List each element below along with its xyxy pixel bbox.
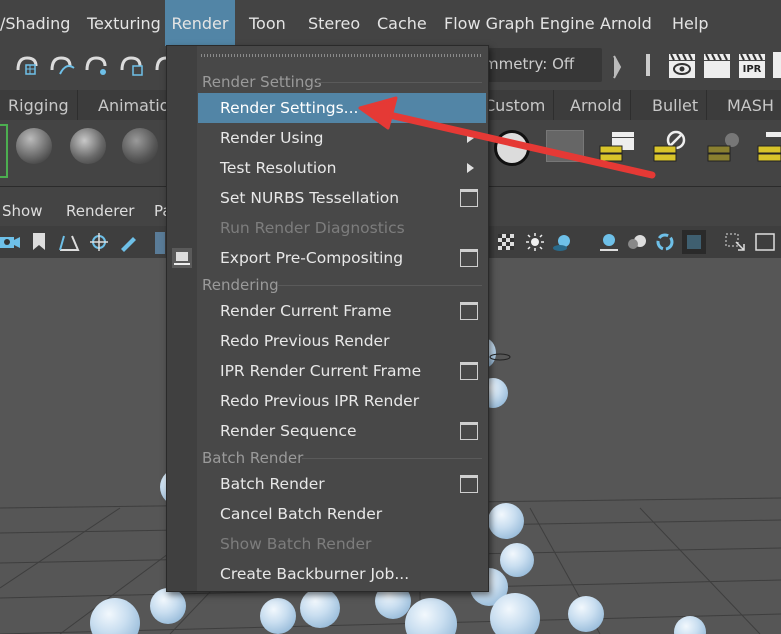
shelf-dim-render-icon[interactable] (706, 130, 746, 168)
shadow-icon[interactable] (552, 232, 574, 256)
menu-item-render-current-frame[interactable]: Render Current Frame (198, 296, 486, 326)
menu-flow-graph-engine[interactable]: Flow Graph Engine (444, 0, 595, 46)
main-menubar: /Shading Texturing Render Toon Stereo Ca… (0, 0, 781, 46)
particle-emitter-outline (489, 353, 511, 361)
menu-arnold[interactable]: Arnold (600, 0, 652, 46)
panel-menu-renderer[interactable]: Renderer (66, 196, 134, 226)
section-divider (317, 82, 482, 83)
option-box-icon[interactable] (460, 302, 478, 320)
option-box-icon[interactable] (460, 475, 478, 493)
menu-toon[interactable]: Toon (249, 0, 286, 46)
menu-item-render-using[interactable]: Render Using (198, 123, 486, 153)
shelf-render-icon[interactable] (598, 130, 638, 168)
option-box-icon[interactable] (460, 422, 478, 440)
snap-view-plane-icon[interactable] (118, 52, 146, 82)
separator-chevron-icon (612, 54, 622, 84)
render-view-icon[interactable] (668, 52, 696, 84)
menu-item-show-batch-render: Show Batch Render (220, 535, 372, 553)
snap-curve-icon[interactable] (48, 52, 76, 82)
menu-item-run-render-diagnostics: Run Render Diagnostics (220, 219, 405, 237)
shelf-shader2-icon[interactable] (122, 128, 158, 164)
particle-sphere (568, 596, 604, 632)
isolate-select-icon[interactable] (682, 230, 706, 254)
snap-grid-icon[interactable] (14, 52, 40, 82)
tear-off-handle[interactable] (201, 54, 481, 57)
menu-item-render-settings[interactable]: Render Settings... (198, 93, 486, 123)
pencil-icon[interactable] (118, 232, 138, 256)
menu-item-batch-render[interactable]: Batch Render (198, 469, 486, 499)
shelf-no-render-icon[interactable] (652, 130, 692, 168)
panel-menu-show[interactable]: Show (2, 196, 42, 226)
view-toggle-icon[interactable] (155, 232, 165, 254)
camera-icon[interactable] (0, 232, 22, 256)
checker-icon[interactable] (496, 232, 516, 256)
light-bulb-icon[interactable] (524, 232, 546, 256)
render-frame-icon[interactable] (703, 52, 731, 84)
tab-rigging[interactable]: Rigging (0, 90, 78, 120)
submenu-arrow-icon (467, 133, 474, 143)
menu-item-redo-previous-ipr-render[interactable]: Redo Previous IPR Render (198, 386, 486, 416)
tab-bullet[interactable]: Bullet (644, 90, 708, 120)
ipr-label: IPR (742, 64, 762, 75)
tab-mash[interactable]: MASH (719, 90, 781, 120)
menu-item-set-nurbs-tessellation[interactable]: Set NURBS Tessellation (198, 183, 486, 213)
move-tool-icon[interactable] (88, 232, 110, 256)
menu-texturing[interactable]: Texturing (87, 0, 161, 46)
menu-item-export-pre-compositing[interactable]: Export Pre-Compositing (198, 243, 486, 273)
render-dropdown-menu: Render Settings Render Settings... Rende… (166, 45, 489, 592)
particle-sphere (260, 598, 296, 634)
xray-icon[interactable] (724, 232, 746, 256)
menu-item-test-resolution[interactable]: Test Resolution (198, 153, 486, 183)
toolbar-divider (646, 54, 650, 76)
section-divider (277, 285, 482, 286)
section-divider (302, 458, 482, 459)
snap-surface-icon[interactable] (153, 52, 167, 82)
shelf-selection-marker (0, 124, 8, 178)
section-batch-render: Batch Render (202, 449, 304, 467)
menu-item-redo-previous-render[interactable]: Redo Previous Render (198, 326, 486, 356)
pre-compositing-icon (171, 247, 193, 273)
menu-icon-gutter (167, 46, 197, 591)
tab-arnold[interactable]: Arnold (562, 90, 631, 120)
menu-help[interactable]: Help (672, 0, 708, 46)
particle-sphere (488, 503, 524, 539)
shelf-render2-icon[interactable] (756, 130, 781, 168)
render-settings-icon[interactable] (773, 52, 781, 78)
option-box-icon[interactable] (460, 249, 478, 267)
menu-cache[interactable]: Cache (377, 0, 427, 46)
shelf-light-icon[interactable] (16, 128, 52, 164)
symmetry-field[interactable]: mmetry: Off (484, 48, 602, 82)
submenu-arrow-icon (467, 163, 474, 173)
symmetry-label: mmetry: Off (484, 55, 575, 73)
shelf-image-icon[interactable] (546, 130, 584, 162)
menu-item-render-sequence[interactable]: Render Sequence (198, 416, 486, 446)
menu-shading[interactable]: /Shading (0, 0, 70, 46)
bookmark-icon[interactable] (32, 232, 46, 256)
section-render-settings: Render Settings (202, 73, 322, 91)
shelf-sphere-icon[interactable] (494, 130, 530, 166)
resolution-gate-icon[interactable] (754, 232, 776, 256)
menu-item-ipr-render-current-frame[interactable]: IPR Render Current Frame (198, 356, 486, 386)
particle-sphere (300, 588, 340, 628)
option-box-icon[interactable] (460, 189, 478, 207)
menu-item-cancel-batch-render[interactable]: Cancel Batch Render (198, 499, 486, 529)
menu-render[interactable]: Render (165, 0, 235, 46)
shelf-shader-icon[interactable] (70, 128, 106, 164)
particle-sphere (150, 588, 186, 624)
antialias-icon[interactable] (654, 232, 676, 256)
motion-blur-icon[interactable] (626, 232, 648, 256)
menu-stereo[interactable]: Stereo (308, 0, 360, 46)
option-box-icon[interactable] (460, 362, 478, 380)
snap-point-icon[interactable] (83, 52, 111, 82)
section-rendering: Rendering (202, 276, 279, 294)
grid-plane-icon[interactable] (58, 232, 80, 256)
particle-sphere (500, 543, 534, 577)
menu-item-create-backburner-job[interactable]: Create Backburner Job... (198, 559, 486, 589)
ambient-occlusion-icon[interactable] (598, 232, 620, 256)
